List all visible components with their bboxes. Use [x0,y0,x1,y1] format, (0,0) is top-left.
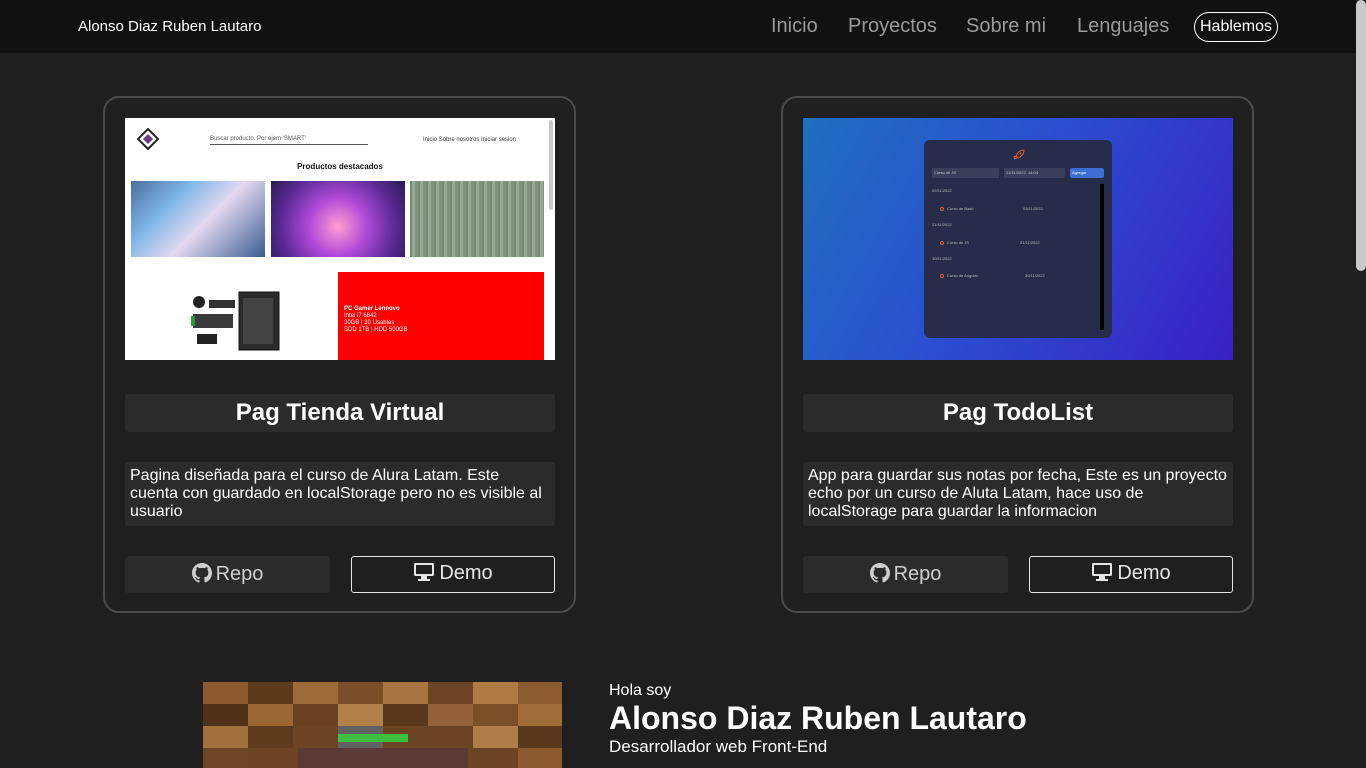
promo-line-1: Intel i7 6842 [344,313,377,319]
scrollbar-thumb[interactable] [1356,0,1366,271]
store-nav: Inicio Sobre nosotros Iniciar sesion [423,137,517,143]
navbar: Alonso Diaz Ruben Lautaro Inicio Proyect… [0,0,1356,53]
project-preview-image: Curso de JS 21/11/2022, 14:04 Agregar 02… [803,118,1233,360]
todo-list-scrollbar [1100,184,1104,330]
demo-button[interactable]: Demo [351,556,555,593]
project-description: App para guardar sus notas por fecha, Es… [803,462,1233,526]
todo-panel: Curso de JS 21/11/2022, 14:04 Agregar 02… [924,140,1112,338]
nav-links: Inicio Proyectos Sobre mi Lenguajes [0,0,1356,53]
monitor-icon [1092,563,1113,581]
github-icon [191,563,212,583]
todo-preview: Curso de JS 21/11/2022, 14:04 Agregar 02… [803,118,1233,360]
repo-label: Repo [215,563,264,585]
project-description: Pagina diseñada para el curso de Alura L… [125,462,555,526]
store-heading: Productos destacados [297,162,383,171]
store-search-input: Buscar producto. Por ejem 'SMART' [210,136,368,145]
project-card-tienda: Buscar producto. Por ejem 'SMART' Inicio… [103,96,576,613]
repo-button[interactable]: Repo [125,556,330,593]
nav-link-proyectos[interactable]: Proyectos [848,15,937,38]
store-logo-icon [137,128,159,150]
promo-banner: PC Gamer Lennovo Intel i7 6842 30GB | 30… [338,272,544,360]
hablemos-button[interactable]: Hablemos [1194,12,1278,42]
store-preview: Buscar producto. Por ejem 'SMART' Inicio… [125,118,555,360]
project-card-todolist: Curso de JS 21/11/2022, 14:04 Agregar 02… [781,96,1254,613]
task-item-2: Curso de JS [940,240,969,245]
task-date-2: 21/11/2022 [1020,240,1040,245]
group-date-1: 02/11/2022 [932,188,952,193]
project-title: Pag TodoList [803,394,1233,432]
profile-image [203,682,562,768]
hero-greeting: Hola soy [609,682,672,699]
group-date-3: 30/11/2022 [932,256,952,261]
task-date-1: 03/11/2022 [1023,206,1043,211]
project-preview-image: Buscar producto. Por ejem 'SMART' Inicio… [125,118,555,360]
product-image-matrix [410,181,544,257]
product-image-neon-tunnel [271,181,405,257]
product-image-gaming-pc [131,181,265,257]
promo-line-3: SDD 1TB | HDD 500GB [344,327,408,333]
task-name: Curso de Bash [947,206,974,211]
nav-link-sobre-mi[interactable]: Sobre mi [966,15,1046,38]
task-input: Curso de JS [932,168,999,178]
project-title: Pag Tienda Virtual [125,394,555,432]
repo-button[interactable]: Repo [803,556,1008,593]
group-date-2: 21/11/2022 [932,222,952,227]
promo-line-2: 30GB | 30 Usables [344,320,395,326]
task-name: Curso de JS [947,240,970,245]
preview-scrollbar [549,120,553,210]
promo-title: PC Gamer Lennovo [344,306,400,312]
add-task-button: Agregar [1070,168,1104,178]
nav-link-lenguajes[interactable]: Lenguajes [1077,15,1169,38]
hero-name: Alonso Diaz Ruben Lautaro [609,700,1027,736]
rocket-icon [1013,149,1025,160]
demo-button[interactable]: Demo [1029,556,1233,593]
task-item-3: Curso de Angular [940,273,978,278]
demo-label: Demo [439,562,493,584]
hero-role: Desarrollador web Front-End [609,737,828,756]
monitor-icon [414,563,435,581]
task-item-1: Curso de Bash [940,206,973,211]
repo-label: Repo [893,563,942,585]
minecraft-avatar-image [203,682,562,768]
task-date-3: 30/11/2022 [1025,273,1045,278]
nav-link-inicio[interactable]: Inicio [771,15,818,38]
task-name: Curso de Angular [947,273,978,278]
pc-components-image [191,291,280,351]
demo-label: Demo [1117,562,1171,584]
date-input: 21/11/2022, 14:04 [1004,168,1065,178]
github-icon [869,563,890,583]
